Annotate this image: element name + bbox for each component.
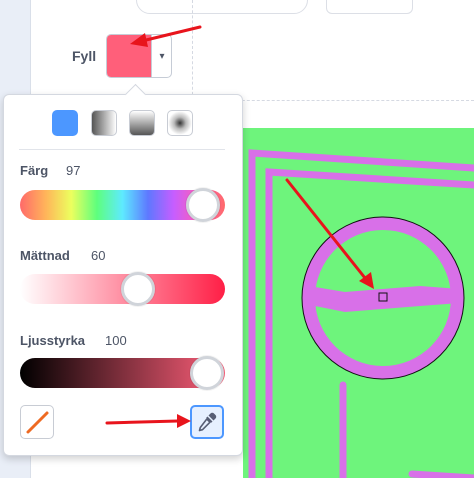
solid-fill-mode-button[interactable] xyxy=(52,110,78,136)
hue-value: 97 xyxy=(66,163,81,178)
toolbar-divider xyxy=(192,0,193,100)
bottom-line xyxy=(408,470,474,478)
toolbar-button-left[interactable] xyxy=(326,0,368,14)
horizontal-gradient-mode-button[interactable] xyxy=(91,110,117,136)
radial-gradient-mode-button[interactable] xyxy=(167,110,193,136)
brightness-label: Ljusstyrka xyxy=(20,333,86,348)
chevron-down-icon[interactable]: ▾ xyxy=(151,35,171,77)
saturation-slider-handle[interactable] xyxy=(121,272,155,306)
no-fill-slash-icon xyxy=(26,411,49,434)
brightness-value: 100 xyxy=(105,333,127,348)
vertical-gradient-mode-button[interactable] xyxy=(129,110,155,136)
brightness-slider-handle[interactable] xyxy=(190,356,224,390)
toolbar-button-right[interactable] xyxy=(366,0,413,14)
canvas-drawing xyxy=(248,149,474,478)
fill-color-dropdown[interactable]: ▾ xyxy=(106,34,172,78)
panel-separator xyxy=(19,149,225,150)
hue-slider-handle[interactable] xyxy=(186,188,220,222)
saturation-value: 60 xyxy=(91,248,106,263)
eyedropper-button[interactable] xyxy=(190,405,224,439)
costume-name-input[interactable] xyxy=(136,0,308,14)
no-fill-button[interactable] xyxy=(20,405,54,439)
hue-label: Färg xyxy=(20,163,49,178)
fill-label: Fyll xyxy=(72,48,97,64)
saturation-label: Mättnad xyxy=(20,248,70,263)
eyedropper-icon xyxy=(198,412,217,432)
fill-color-swatch[interactable] xyxy=(107,35,151,77)
paint-canvas[interactable] xyxy=(243,128,474,478)
